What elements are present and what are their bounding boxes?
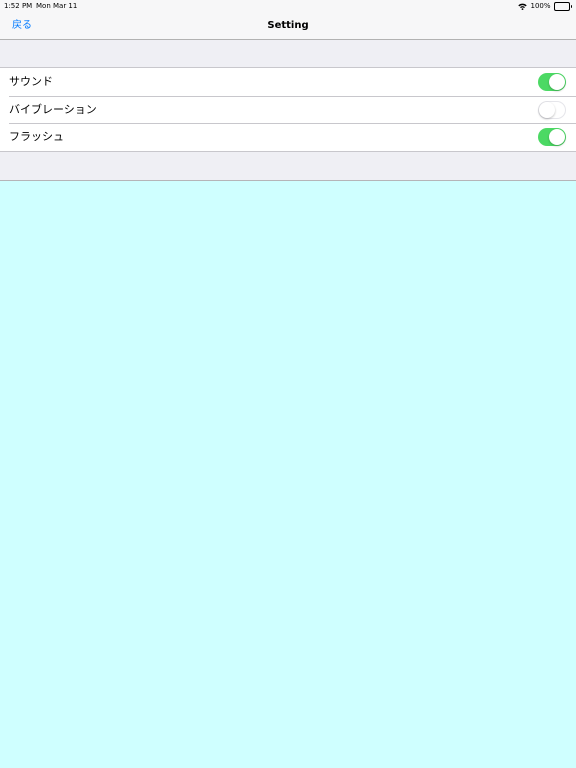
setting-row-flash: フラッシュ xyxy=(0,123,576,151)
status-date: Mon Mar 11 xyxy=(36,2,78,10)
flash-toggle[interactable] xyxy=(538,128,566,146)
battery-icon xyxy=(553,1,572,11)
flash-label: フラッシュ xyxy=(9,130,64,143)
wifi-icon xyxy=(518,3,528,10)
toggle-knob xyxy=(539,101,555,118)
setting-row-vibration: バイブレーション xyxy=(0,95,576,124)
setting-row-sound: サウンド xyxy=(0,68,576,96)
vibration-toggle[interactable] xyxy=(538,100,566,119)
page-title: Setting xyxy=(267,20,309,31)
vibration-label: バイブレーション xyxy=(9,102,97,116)
battery-percent: 100% xyxy=(530,2,551,10)
sound-label: サウンド xyxy=(9,75,53,88)
sound-toggle[interactable] xyxy=(538,73,566,91)
toggle-knob xyxy=(549,129,565,145)
toggle-knob xyxy=(549,74,565,90)
settings-table: サウンド バイブレーション フラッシュ xyxy=(0,40,576,181)
navigation-bar: 戻る Setting xyxy=(0,12,576,40)
status-indicators: 100% xyxy=(518,0,572,12)
settings-group: サウンド バイブレーション フラッシュ xyxy=(0,67,576,152)
status-time: 1:52 PM xyxy=(4,2,33,10)
status-bar: 1:52 PM Mon Mar 11 100% xyxy=(0,0,576,12)
